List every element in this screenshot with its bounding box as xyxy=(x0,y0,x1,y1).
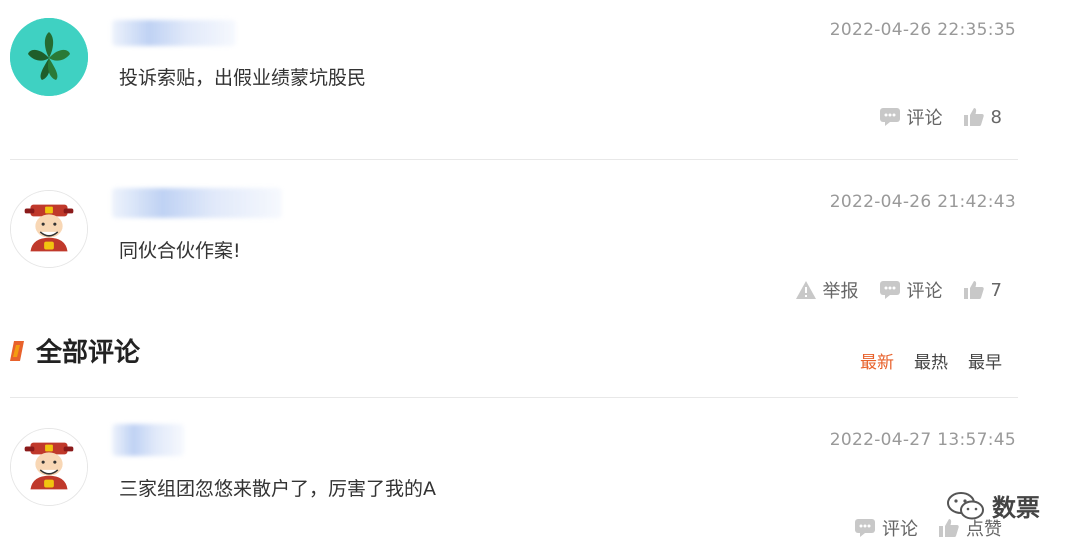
comment-button[interactable]: 评论 xyxy=(879,277,943,303)
like-button[interactable]: 8 xyxy=(963,107,1002,128)
divider xyxy=(10,397,1018,398)
thumbs-up-icon xyxy=(963,280,985,300)
thumbs-up-icon xyxy=(963,107,985,127)
section-marker-icon xyxy=(10,340,24,361)
comment-button[interactable]: 评论 xyxy=(854,515,918,541)
like-button[interactable]: 7 xyxy=(963,280,1002,301)
like-count: 8 xyxy=(990,106,1002,128)
comment-text: 同伙合伙作案! xyxy=(119,240,241,262)
comment-text: 投诉索贴，出假业绩蒙坑股民 xyxy=(119,67,367,89)
report-label: 举报 xyxy=(822,281,859,302)
sort-hottest[interactable]: 最热 xyxy=(914,348,948,373)
sort-oldest[interactable]: 最早 xyxy=(968,348,1002,373)
comment-icon xyxy=(879,107,901,127)
user-avatar[interactable] xyxy=(10,428,88,506)
watermark-text: 数票 xyxy=(992,494,1040,522)
section-header: 全部评论 xyxy=(10,332,140,369)
comment-button[interactable]: 评论 xyxy=(879,104,943,130)
section-title: 全部评论 xyxy=(36,338,141,368)
comment-icon xyxy=(854,518,876,538)
wechat-icon xyxy=(947,491,984,519)
comment-time: 2022-04-26 22:35:35 xyxy=(829,20,1016,40)
comment-label: 评论 xyxy=(906,281,943,302)
comment-time: 2022-04-26 21:42:43 xyxy=(829,192,1016,212)
comment-label: 评论 xyxy=(882,519,918,540)
user-avatar[interactable] xyxy=(10,190,88,268)
warning-icon xyxy=(795,280,817,300)
like-count: 7 xyxy=(990,279,1002,301)
sort-options: 最新 最热 最早 xyxy=(840,348,1002,373)
comment-icon xyxy=(879,280,901,300)
blurred-username xyxy=(112,20,236,46)
fortune-god-avatar-icon xyxy=(11,429,87,505)
comment-text: 三家组团忽悠来散户了，厉害了我的A xyxy=(119,478,436,500)
blurred-username xyxy=(112,188,282,218)
watermark: 数票 xyxy=(946,488,1040,523)
user-avatar[interactable] xyxy=(10,18,88,96)
comment-actions: 评论 8 xyxy=(859,104,1002,130)
divider xyxy=(10,159,1018,160)
leaf-avatar-icon xyxy=(10,18,88,96)
blurred-username xyxy=(112,424,184,456)
fortune-god-avatar-icon xyxy=(11,191,87,267)
comment-time: 2022-04-27 13:57:45 xyxy=(829,430,1016,450)
comment-actions: 举报 评论 7 xyxy=(775,277,1002,303)
comment-label: 评论 xyxy=(906,108,943,129)
sort-newest[interactable]: 最新 xyxy=(860,348,894,373)
report-button[interactable]: 举报 xyxy=(795,277,859,303)
